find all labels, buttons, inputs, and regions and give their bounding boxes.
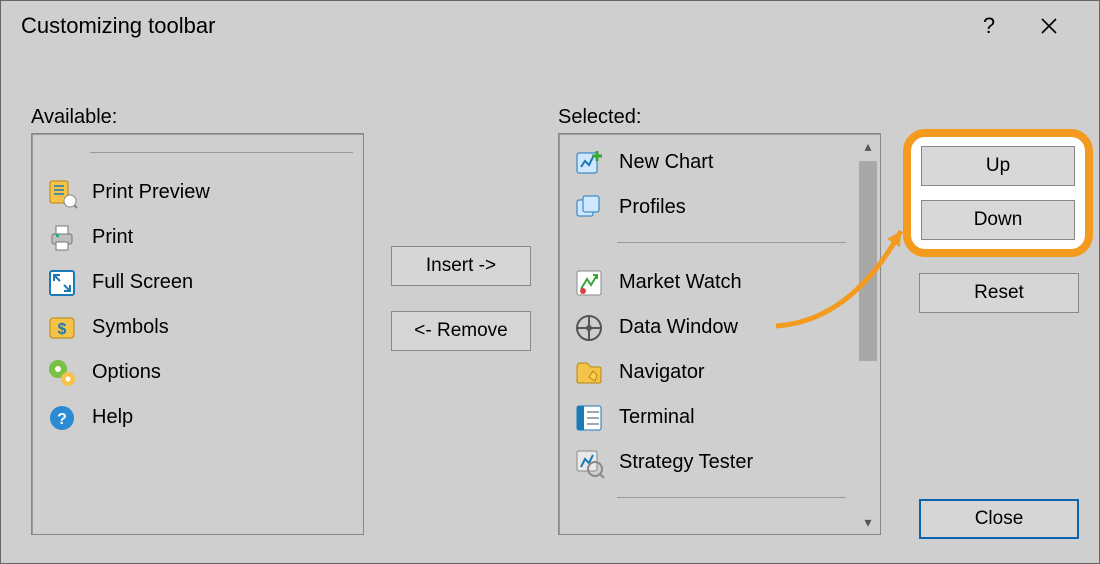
titlebar: Customizing toolbar ? xyxy=(1,1,1099,51)
remove-button[interactable]: <- Remove xyxy=(391,311,531,351)
profiles-icon xyxy=(573,192,605,224)
list-item-label: Market Watch xyxy=(619,271,742,294)
new-chart-icon xyxy=(573,147,605,179)
list-item[interactable]: New Chart xyxy=(567,140,856,185)
svg-text:?: ? xyxy=(57,411,67,428)
list-item-label: Navigator xyxy=(619,361,705,384)
dialog-window: Customizing toolbar ? Available: Selecte… xyxy=(0,0,1100,564)
remove-button-label: <- Remove xyxy=(414,320,507,342)
list-item[interactable]: Print xyxy=(40,215,363,260)
scrollbar-thumb[interactable] xyxy=(859,161,877,361)
list-item-label: Strategy Tester xyxy=(619,451,753,474)
strategy-tester-icon xyxy=(573,447,605,479)
window-title: Customizing toolbar xyxy=(21,13,959,39)
available-list[interactable]: Print Preview Print Full Screen xyxy=(31,133,364,535)
help-button[interactable]: ? xyxy=(959,1,1019,51)
options-icon xyxy=(46,357,78,389)
svg-text:$: $ xyxy=(58,321,67,338)
available-label: Available: xyxy=(31,106,117,129)
list-item[interactable]: ? Help xyxy=(40,395,363,440)
list-item[interactable]: Data Window xyxy=(567,305,856,350)
list-item[interactable]: Navigator xyxy=(567,350,856,395)
list-item[interactable]: Print Preview xyxy=(40,170,363,215)
close-window-button[interactable] xyxy=(1019,1,1079,51)
list-item-label: Symbols xyxy=(92,316,169,339)
scrollbar[interactable]: ▴ ▾ xyxy=(857,135,879,533)
list-item[interactable]: Strategy Tester xyxy=(567,440,856,485)
reset-button[interactable]: Reset xyxy=(919,273,1079,313)
insert-button[interactable]: Insert -> xyxy=(391,246,531,286)
navigator-icon xyxy=(573,357,605,389)
reset-button-label: Reset xyxy=(974,282,1024,304)
list-item-label: Data Window xyxy=(619,316,738,339)
scroll-down-icon[interactable]: ▾ xyxy=(857,511,879,533)
print-preview-icon xyxy=(46,177,78,209)
list-item-label: Print Preview xyxy=(92,181,210,204)
list-item[interactable]: Terminal xyxy=(567,395,856,440)
down-button-label: Down xyxy=(974,209,1023,231)
dialog-body: Available: Selected: Print Preview Print xyxy=(1,51,1099,563)
help-icon: ? xyxy=(46,402,78,434)
selected-list[interactable]: New Chart Profiles Market Watch xyxy=(558,133,881,535)
symbols-icon: $ xyxy=(46,312,78,344)
selected-label: Selected: xyxy=(558,106,641,129)
list-item-label: Help xyxy=(92,406,133,429)
list-separator[interactable] xyxy=(567,485,856,515)
list-separator[interactable] xyxy=(567,230,856,260)
list-item-label: New Chart xyxy=(619,151,713,174)
scroll-up-icon[interactable]: ▴ xyxy=(857,135,879,157)
list-item[interactable]: Full Screen xyxy=(40,260,363,305)
list-item-label: Print xyxy=(92,226,133,249)
market-watch-icon xyxy=(573,267,605,299)
close-button[interactable]: Close xyxy=(919,499,1079,539)
fullscreen-icon xyxy=(46,267,78,299)
terminal-icon xyxy=(573,402,605,434)
close-icon xyxy=(1040,17,1058,35)
list-item[interactable]: Profiles xyxy=(567,185,856,230)
list-item[interactable]: $ Symbols xyxy=(40,305,363,350)
list-item-label: Terminal xyxy=(619,406,695,429)
up-button-label: Up xyxy=(986,155,1010,177)
list-separator[interactable] xyxy=(40,140,363,170)
data-window-icon xyxy=(573,312,605,344)
list-item[interactable]: Options xyxy=(40,350,363,395)
highlight-callout: Up Down xyxy=(903,129,1093,257)
down-button[interactable]: Down xyxy=(921,200,1075,240)
list-item-label: Profiles xyxy=(619,196,686,219)
close-button-label: Close xyxy=(975,508,1024,530)
up-button[interactable]: Up xyxy=(921,146,1075,186)
list-item-label: Options xyxy=(92,361,161,384)
list-item-label: Full Screen xyxy=(92,271,193,294)
print-icon xyxy=(46,222,78,254)
list-item[interactable]: Market Watch xyxy=(567,260,856,305)
insert-button-label: Insert -> xyxy=(426,255,496,277)
